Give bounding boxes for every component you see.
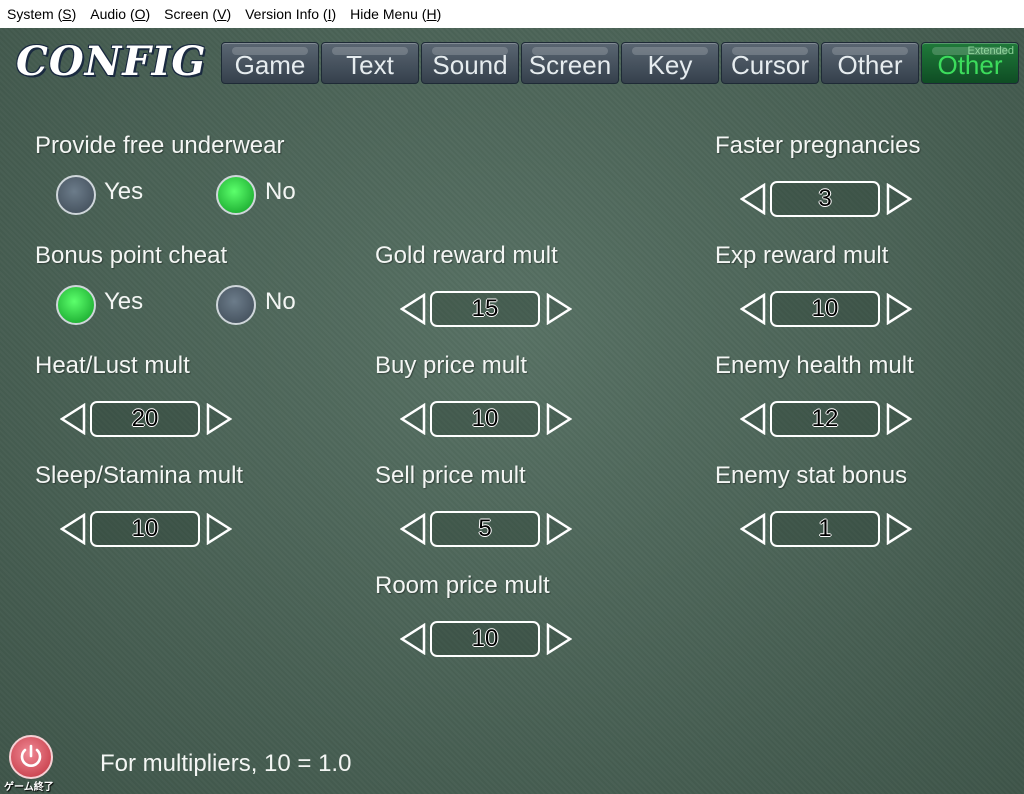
- tab-key[interactable]: Key: [621, 42, 719, 84]
- underwear-label: Provide free underwear: [35, 132, 285, 159]
- tab-screen[interactable]: Screen: [521, 42, 619, 84]
- tab-text[interactable]: Text: [321, 42, 419, 84]
- enemy-stat-stepper: 1: [740, 511, 912, 547]
- gold-reward-label: Gold reward mult: [375, 242, 558, 269]
- decrement-arrow-icon[interactable]: [60, 403, 86, 435]
- underwear-no-label: No: [265, 178, 296, 205]
- heat-lust-label: Heat/Lust mult: [35, 352, 190, 379]
- decrement-arrow-icon[interactable]: [400, 403, 426, 435]
- faster-pregnancies-value: 3: [770, 181, 880, 217]
- enemy-health-stepper: 12: [740, 401, 912, 437]
- underwear-yes-radio[interactable]: [56, 175, 96, 215]
- room-price-label: Room price mult: [375, 572, 550, 599]
- menu-system[interactable]: System (S): [0, 6, 83, 22]
- increment-arrow-icon[interactable]: [206, 403, 232, 435]
- config-screen: CONFIG Game Text Sound Screen Key Cursor…: [0, 28, 1024, 794]
- bonus-no-label: No: [265, 288, 296, 315]
- heat-lust-stepper: 20: [60, 401, 232, 437]
- power-icon: [20, 744, 42, 767]
- underwear-no-radio[interactable]: [216, 175, 256, 215]
- tab-game[interactable]: Game: [221, 42, 319, 84]
- increment-arrow-icon[interactable]: [886, 403, 912, 435]
- faster-pregnancies-stepper: 3: [740, 181, 912, 217]
- sleep-stamina-stepper: 10: [60, 511, 232, 547]
- tab-cursor[interactable]: Cursor: [721, 42, 819, 84]
- room-price-value: 10: [430, 621, 540, 657]
- increment-arrow-icon[interactable]: [546, 623, 572, 655]
- decrement-arrow-icon[interactable]: [740, 513, 766, 545]
- gold-reward-value: 15: [430, 291, 540, 327]
- increment-arrow-icon[interactable]: [886, 513, 912, 545]
- decrement-arrow-icon[interactable]: [400, 623, 426, 655]
- increment-arrow-icon[interactable]: [546, 293, 572, 325]
- bonus-label: Bonus point cheat: [35, 242, 228, 269]
- sleep-stamina-value: 10: [90, 511, 200, 547]
- menu-bar: System (S) Audio (O) Screen (V) Version …: [0, 0, 1024, 29]
- increment-arrow-icon[interactable]: [886, 183, 912, 215]
- exp-reward-label: Exp reward mult: [715, 242, 889, 269]
- sleep-stamina-label: Sleep/Stamina mult: [35, 462, 244, 489]
- increment-arrow-icon[interactable]: [546, 403, 572, 435]
- tab-other-extended[interactable]: Extended Other: [921, 42, 1019, 84]
- decrement-arrow-icon[interactable]: [60, 513, 86, 545]
- decrement-arrow-icon[interactable]: [740, 293, 766, 325]
- decrement-arrow-icon[interactable]: [740, 403, 766, 435]
- increment-arrow-icon[interactable]: [886, 293, 912, 325]
- tab-other[interactable]: Other: [821, 42, 919, 84]
- gold-reward-stepper: 15: [400, 291, 572, 327]
- decrement-arrow-icon[interactable]: [400, 293, 426, 325]
- buy-price-value: 10: [430, 401, 540, 437]
- bonus-yes-label: Yes: [104, 288, 144, 315]
- tab-sound[interactable]: Sound: [421, 42, 519, 84]
- enemy-stat-label: Enemy stat bonus: [715, 462, 908, 489]
- heat-lust-value: 20: [90, 401, 200, 437]
- buy-price-label: Buy price mult: [375, 352, 528, 379]
- decrement-arrow-icon[interactable]: [400, 513, 426, 545]
- tab-sublabel: Extended: [967, 45, 1014, 57]
- increment-arrow-icon[interactable]: [546, 513, 572, 545]
- exp-reward-value: 10: [770, 291, 880, 327]
- config-logo: CONFIG: [16, 38, 207, 85]
- sell-price-label: Sell price mult: [375, 462, 526, 489]
- quit-game-caption: ゲーム終了: [4, 782, 54, 793]
- enemy-health-value: 12: [770, 401, 880, 437]
- faster-pregnancies-label: Faster pregnancies: [715, 132, 921, 159]
- sell-price-stepper: 5: [400, 511, 572, 547]
- quit-game-button[interactable]: [9, 735, 53, 779]
- decrement-arrow-icon[interactable]: [740, 183, 766, 215]
- enemy-health-label: Enemy health mult: [715, 352, 914, 379]
- sell-price-value: 5: [430, 511, 540, 547]
- menu-version-info[interactable]: Version Info (I): [238, 6, 343, 22]
- bonus-no-radio[interactable]: [216, 285, 256, 325]
- enemy-stat-value: 1: [770, 511, 880, 547]
- menu-audio[interactable]: Audio (O): [83, 6, 157, 22]
- menu-screen[interactable]: Screen (V): [157, 6, 238, 22]
- bonus-yes-radio[interactable]: [56, 285, 96, 325]
- buy-price-stepper: 10: [400, 401, 572, 437]
- underwear-yes-label: Yes: [104, 178, 144, 205]
- exp-reward-stepper: 10: [740, 291, 912, 327]
- multiplier-note: For multipliers, 10 = 1.0: [100, 750, 352, 777]
- increment-arrow-icon[interactable]: [206, 513, 232, 545]
- room-price-stepper: 10: [400, 621, 572, 657]
- menu-hide-menu[interactable]: Hide Menu (H): [343, 6, 448, 22]
